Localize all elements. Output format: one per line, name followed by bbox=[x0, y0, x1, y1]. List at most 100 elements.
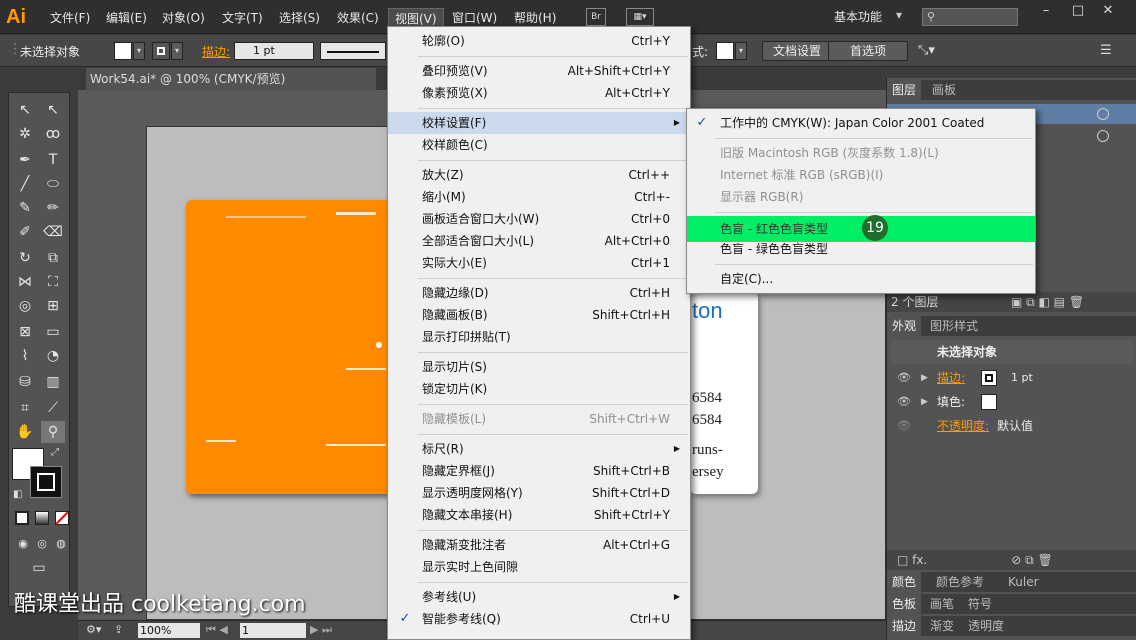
scale-tool-icon[interactable]: ⧉ bbox=[41, 247, 65, 269]
menu-item-smart-guides[interactable]: ✓ 智能参考线(Q) Ctrl+U bbox=[388, 608, 690, 630]
appearance-opacity-label[interactable]: 不透明度: bbox=[937, 414, 989, 438]
menu-help[interactable]: 帮助(H) bbox=[508, 8, 562, 28]
perspective-grid-tool-icon[interactable]: ⊞ bbox=[41, 295, 65, 317]
menu-item-guides[interactable]: 参考线(U) ▶ bbox=[388, 586, 690, 608]
menu-item-outline[interactable]: 轮廓(O) Ctrl+Y bbox=[388, 30, 690, 52]
menu-effect[interactable]: 效果(C) bbox=[331, 8, 385, 28]
rotate-tool-icon[interactable]: ↻ bbox=[13, 247, 37, 269]
fill-dropdown-icon[interactable]: ▾ bbox=[133, 42, 145, 60]
tab-kuler[interactable]: Kuler bbox=[1003, 572, 1044, 592]
menu-item-fit-artboard[interactable]: 画板适合窗口大小(W) Ctrl+0 bbox=[388, 208, 690, 230]
menu-edit[interactable]: 编辑(E) bbox=[100, 8, 153, 28]
status-options-icon[interactable]: ⚙▾ bbox=[86, 623, 101, 636]
free-transform-tool-icon[interactable]: ⛶ bbox=[41, 271, 65, 293]
line-tool-icon[interactable]: ╱ bbox=[13, 173, 37, 195]
tab-gradient[interactable]: 渐变 bbox=[925, 616, 959, 636]
stroke-dropdown-icon[interactable]: ▾ bbox=[171, 42, 183, 60]
shape-builder-tool-icon[interactable]: ◎ bbox=[13, 295, 37, 317]
maximize-icon[interactable]: □ bbox=[1066, 4, 1090, 20]
style-dropdown-icon[interactable]: ▾ bbox=[735, 42, 747, 60]
menu-type[interactable]: 文字(T) bbox=[216, 8, 269, 28]
status-export-icon[interactable]: ⇪ bbox=[114, 623, 123, 636]
search-input[interactable]: ⚲ bbox=[922, 8, 1018, 26]
artboard-nav-prev-icon[interactable]: ⏮ ◀ bbox=[206, 623, 228, 637]
selection-tool-icon[interactable]: ↖ bbox=[13, 99, 37, 121]
close-icon[interactable]: ✕ bbox=[1096, 4, 1120, 20]
tab-color[interactable]: 颜色 bbox=[887, 572, 922, 592]
bridge-button[interactable]: Br bbox=[586, 8, 606, 26]
minimize-icon[interactable]: – bbox=[1034, 4, 1058, 20]
tab-color-guide[interactable]: 颜色参考 bbox=[931, 572, 989, 592]
panel-menu-icon[interactable]: ☰ bbox=[1100, 43, 1112, 58]
menu-item-overprint-preview[interactable]: 叠印预览(V) Alt+Shift+Ctrl+Y bbox=[388, 60, 690, 82]
tab-layers[interactable]: 图层 bbox=[887, 80, 922, 100]
stroke-weight-input[interactable]: 1 pt bbox=[234, 42, 314, 60]
visibility-eye-icon[interactable]: 👁 bbox=[897, 390, 911, 414]
draw-inside-icon[interactable]: ◍ bbox=[49, 533, 73, 555]
width-tool-icon[interactable]: ⋈ bbox=[13, 271, 37, 293]
hand-tool-icon[interactable]: ✋ bbox=[13, 421, 37, 443]
document-tab[interactable]: Work54.ai* @ 100% (CMYK/预览) bbox=[86, 68, 376, 90]
tab-graphic-styles[interactable]: 图形样式 bbox=[925, 316, 983, 336]
artboard-nav-next-icon[interactable]: ▶ ⏭ bbox=[310, 623, 332, 637]
eyedropper-tool-icon[interactable]: ⌇ bbox=[13, 345, 37, 367]
menu-item-show-transparency-grid[interactable]: 显示透明度网格(Y) Shift+Ctrl+D bbox=[388, 482, 690, 504]
submenu-item-working-cmyk[interactable]: ✓ 工作中的 CMYK(W): Japan Color 2001 Coated bbox=[687, 112, 1035, 134]
artboard-number-input[interactable]: 1 bbox=[240, 623, 306, 638]
menu-item-zoom-out[interactable]: 缩小(M) Ctrl+- bbox=[388, 186, 690, 208]
business-card-artwork[interactable]: ton 6584 6584 runs- ersey bbox=[690, 292, 758, 494]
menu-item-hide-edges[interactable]: 隐藏边缘(D) Ctrl+H bbox=[388, 282, 690, 304]
appearance-fill-row[interactable]: 👁 ▶ 填色: bbox=[891, 390, 1133, 414]
tab-swatches[interactable]: 色板 bbox=[887, 594, 922, 614]
expand-arrow-icon[interactable]: ▶ bbox=[921, 366, 928, 390]
fill-swatch[interactable] bbox=[114, 42, 132, 60]
appearance-stroke-row[interactable]: 👁 ▶ 描边: 1 pt bbox=[891, 366, 1133, 390]
menu-item-show-print-tiling[interactable]: 显示打印拼贴(T) bbox=[388, 326, 690, 348]
layer-target-icon[interactable] bbox=[1097, 108, 1109, 120]
tab-stroke[interactable]: 描边 bbox=[887, 616, 922, 636]
menu-object[interactable]: 对象(O) bbox=[156, 8, 211, 28]
menu-item-rulers[interactable]: 标尺(R) ▶ bbox=[388, 438, 690, 460]
magic-wand-tool-icon[interactable]: ✲ bbox=[13, 123, 37, 145]
default-colors-icon[interactable]: ◧ bbox=[13, 489, 22, 500]
orange-card-artwork[interactable] bbox=[186, 200, 396, 494]
appearance-opacity-row[interactable]: 👁 不透明度: 默认值 bbox=[891, 414, 1133, 438]
eraser-tool-icon[interactable]: ⌫ bbox=[41, 221, 65, 243]
column-graph-tool-icon[interactable]: ▥ bbox=[41, 371, 65, 393]
zoom-level-input[interactable]: 100% bbox=[138, 623, 200, 638]
swap-colors-icon[interactable]: ⤢ bbox=[51, 447, 59, 458]
menu-item-hide-text-threads[interactable]: 隐藏文本串接(H) Shift+Ctrl+Y bbox=[388, 504, 690, 526]
blob-brush-tool-icon[interactable]: ✐ bbox=[13, 221, 37, 243]
layer-target-icon[interactable] bbox=[1097, 130, 1109, 142]
menu-item-hide-artboards[interactable]: 隐藏画板(B) Shift+Ctrl+H bbox=[388, 304, 690, 326]
screen-mode-icon[interactable]: ▭ bbox=[27, 557, 51, 579]
pencil-tool-icon[interactable]: ✏ bbox=[41, 197, 65, 219]
menu-window[interactable]: 窗口(W) bbox=[446, 8, 503, 28]
layer-actions-icon[interactable]: ▣ ⧉ ◧ ▤ 🗑 bbox=[1011, 292, 1084, 312]
document-setup-button[interactable]: 文档设置 bbox=[762, 41, 833, 61]
submenu-item-deuteranopia[interactable]: 色盲 - 绿色色盲类型 bbox=[687, 238, 1035, 260]
appearance-stroke-label[interactable]: 描边: bbox=[937, 366, 965, 390]
menu-item-hide-bounding-box[interactable]: 隐藏定界框(J) Shift+Ctrl+B bbox=[388, 460, 690, 482]
style-swatch[interactable] bbox=[716, 42, 734, 60]
blend-tool-icon[interactable]: ◔ bbox=[41, 345, 65, 367]
visibility-eye-icon[interactable]: 👁 bbox=[897, 414, 911, 438]
menu-item-zoom-in[interactable]: 放大(Z) Ctrl++ bbox=[388, 164, 690, 186]
gradient-tool-icon[interactable]: ▭ bbox=[41, 321, 65, 343]
symbol-sprayer-tool-icon[interactable]: ⛁ bbox=[13, 371, 37, 393]
appearance-stroke-swatch[interactable] bbox=[981, 370, 997, 386]
stroke-color-swatch[interactable] bbox=[30, 466, 62, 498]
transform-icon[interactable]: ⤡▾ bbox=[918, 43, 935, 58]
menu-item-fit-all[interactable]: 全部适合窗口大小(L) Alt+Ctrl+0 bbox=[388, 230, 690, 252]
ellipse-tool-icon[interactable]: ⬭ bbox=[41, 173, 65, 195]
menu-item-proof-colors[interactable]: 校样颜色(C) bbox=[388, 134, 690, 156]
submenu-item-customize[interactable]: 自定(C)... bbox=[687, 268, 1035, 290]
type-tool-icon[interactable]: T bbox=[41, 149, 65, 171]
menu-item-proof-setup[interactable]: 校样设置(F) ▶ bbox=[388, 112, 690, 134]
menu-item-lock-slices[interactable]: 锁定切片(K) bbox=[388, 378, 690, 400]
menu-view[interactable]: 视图(V) bbox=[388, 8, 444, 28]
paintbrush-tool-icon[interactable]: ✎ bbox=[13, 197, 37, 219]
lasso-tool-icon[interactable]: ꝏ bbox=[41, 123, 65, 145]
menu-item-actual-size[interactable]: 实际大小(E) Ctrl+1 bbox=[388, 252, 690, 274]
arrange-documents-icon[interactable]: ▦▾ bbox=[626, 8, 654, 26]
